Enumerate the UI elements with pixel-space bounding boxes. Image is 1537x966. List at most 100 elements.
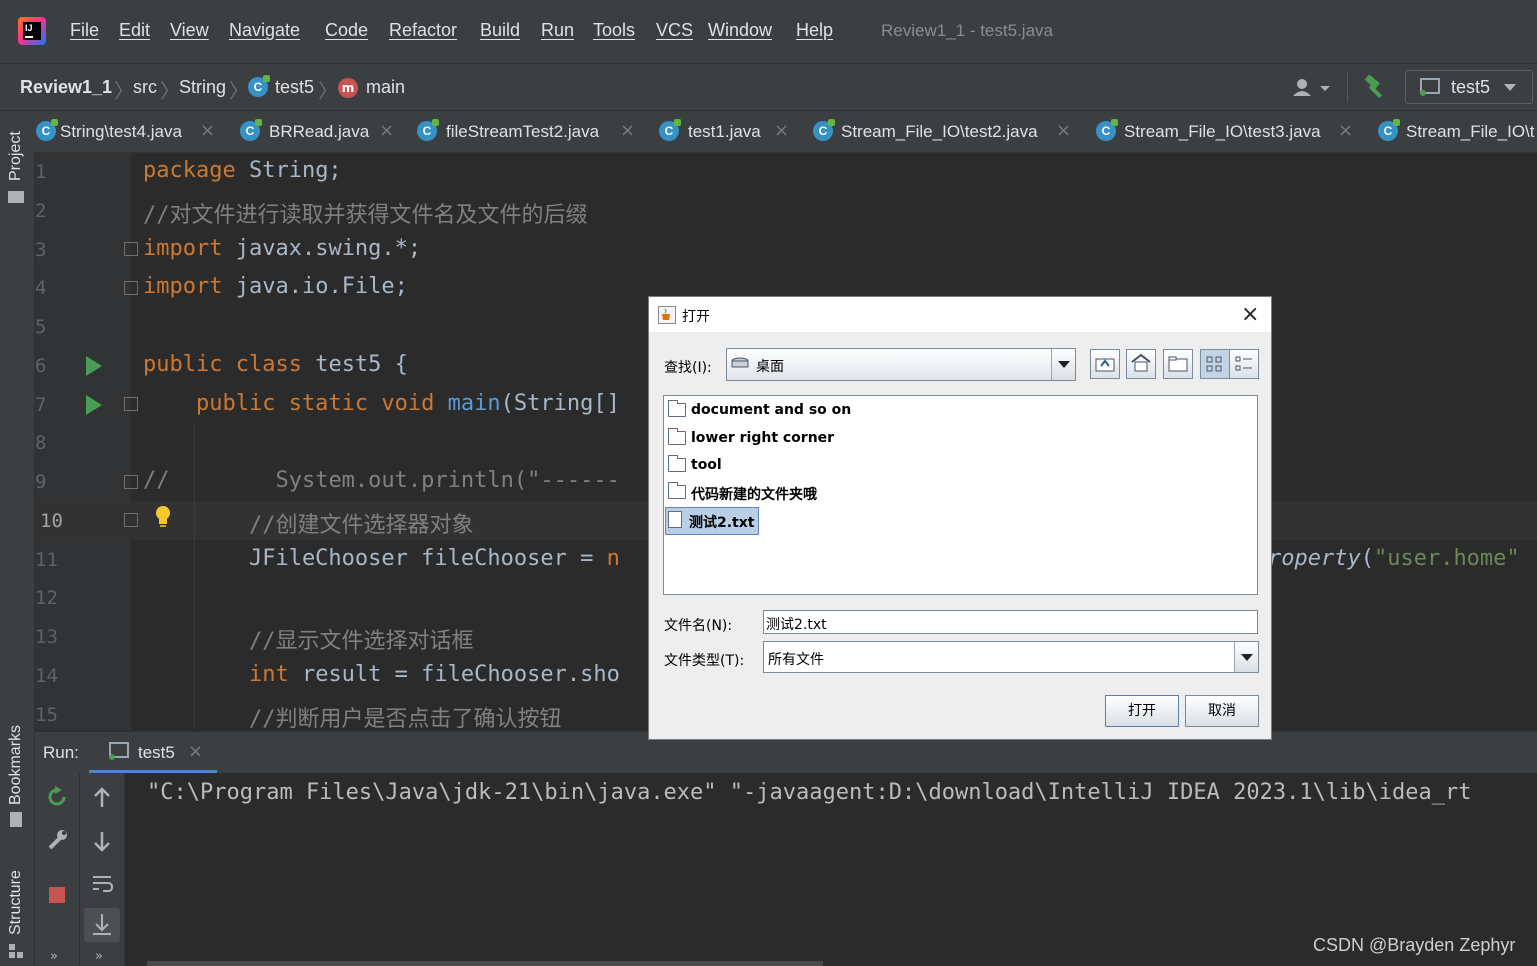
running-indicator-icon <box>109 754 115 760</box>
chevron-down-icon[interactable] <box>1234 642 1258 672</box>
tab-label: String\test4.java <box>60 122 182 141</box>
csdn-watermark: CSDN @Brayden Zephyr <box>1313 935 1516 955</box>
code-text: (String[] <box>500 391 620 416</box>
menu-window[interactable]: Window <box>708 20 772 41</box>
menu-view[interactable]: View <box>170 20 209 41</box>
menu-refactor[interactable]: Refactor <box>389 20 457 41</box>
file-list[interactable]: document and so on lower right corner to… <box>663 395 1258 595</box>
horizontal-scrollbar[interactable] <box>147 961 823 966</box>
wrench-icon[interactable] <box>46 829 68 851</box>
line-number: 3 <box>35 239 47 261</box>
chevron-down-icon[interactable] <box>1051 349 1075 380</box>
look-in-value: 桌面 <box>756 359 784 375</box>
rerun-icon[interactable] <box>46 786 68 808</box>
menu-edit[interactable]: Edit <box>119 20 150 41</box>
fold-marker-icon[interactable] <box>124 281 138 295</box>
fold-marker-icon[interactable] <box>124 513 138 527</box>
user-account-icon[interactable] <box>1292 78 1332 98</box>
line-number: 14 <box>35 665 58 687</box>
stop-icon[interactable] <box>49 887 65 903</box>
editor-tab[interactable]: C String\test4.java × <box>34 111 229 152</box>
folder-icon <box>668 400 686 417</box>
more-tools-icon[interactable]: » <box>95 949 103 964</box>
breadcrumb-package[interactable]: String <box>179 77 226 98</box>
fold-marker-icon[interactable] <box>124 475 138 489</box>
scroll-to-end-button[interactable] <box>84 908 120 942</box>
list-view-button[interactable] <box>1200 349 1230 379</box>
menu-build[interactable]: Build <box>480 20 520 41</box>
class-icon: C <box>417 119 439 141</box>
run-config-label: test5 <box>1451 77 1491 97</box>
intellij-logo-icon[interactable]: IJ <box>18 17 46 45</box>
menu-navigate[interactable]: Navigate <box>229 20 300 41</box>
fold-marker-icon[interactable] <box>124 397 138 411</box>
file-name: lower right corner <box>691 430 835 446</box>
code-line: import javax.swing.*; <box>143 236 421 261</box>
new-folder-button[interactable] <box>1163 349 1193 379</box>
list-item-file-selected[interactable]: 测试2.txt <box>665 507 759 535</box>
open-button[interactable]: 打开 <box>1105 695 1179 727</box>
close-icon[interactable]: × <box>379 120 394 141</box>
breadcrumb-class[interactable]: test5 <box>275 77 314 98</box>
home-button[interactable] <box>1126 349 1156 379</box>
look-in-combobox[interactable]: 桌面 <box>726 348 1076 381</box>
structure-tool-tab[interactable]: Structure <box>7 870 25 935</box>
close-icon[interactable]: × <box>774 120 789 141</box>
close-icon[interactable]: × <box>1056 120 1071 141</box>
bookmark-icon <box>10 812 22 827</box>
build-hammer-icon[interactable] <box>1362 74 1388 99</box>
run-tab[interactable]: test5 × <box>89 732 217 773</box>
arrow-up-icon[interactable] <box>91 787 113 809</box>
list-item-folder[interactable]: document and so on <box>668 398 868 424</box>
class-icon: C <box>240 119 262 141</box>
soft-wrap-icon[interactable] <box>91 873 114 895</box>
code-string: "user.home" <box>1373 546 1520 571</box>
breadcrumb-method[interactable]: main <box>366 77 405 98</box>
details-view-button[interactable] <box>1229 349 1259 379</box>
fold-marker-icon[interactable] <box>124 242 138 256</box>
editor-tab[interactable]: C Stream_File_IO\test2.java <box>811 111 1081 152</box>
navigation-bar: Review1_1 〉 src 〉 String 〉 C test5 〉 m m… <box>0 64 1537 111</box>
filename-input[interactable]: 测试2.txt <box>763 610 1258 634</box>
menu-help[interactable]: Help <box>796 20 833 41</box>
class-icon: C <box>659 119 681 141</box>
look-in-label: 查找(I): <box>664 360 712 376</box>
run-configuration-selector[interactable]: test5 <box>1405 70 1533 104</box>
editor-tab[interactable]: C fileStreamTest2.java <box>416 111 636 152</box>
filetype-combobox[interactable]: 所有文件 <box>763 641 1259 673</box>
up-one-level-button[interactable] <box>1090 349 1120 379</box>
run-gutter-icon[interactable] <box>86 356 102 376</box>
arrow-down-icon[interactable] <box>91 830 113 852</box>
close-icon[interactable]: × <box>620 120 635 141</box>
close-icon[interactable]: × <box>1241 302 1259 327</box>
editor-tab[interactable]: C Stream_File_IO\t <box>1377 111 1537 152</box>
breadcrumb-separator-icon: 〉 <box>114 79 134 103</box>
list-item-folder[interactable]: 代码新建的文件夹哦 <box>668 480 868 506</box>
more-tools-icon[interactable]: » <box>50 949 58 964</box>
class-icon: C <box>813 119 835 141</box>
cancel-button[interactable]: 取消 <box>1185 695 1259 727</box>
chevron-down-icon <box>1504 84 1516 91</box>
editor-tab[interactable]: C Stream_File_IO\test3.java <box>1095 111 1365 152</box>
menu-file[interactable]: File <box>70 20 99 41</box>
run-gutter-icon[interactable] <box>86 395 102 415</box>
line-number: 5 <box>35 316 47 338</box>
project-tool-tab[interactable]: Project <box>7 131 25 181</box>
list-item-folder[interactable]: lower right corner <box>668 426 868 452</box>
close-icon[interactable]: × <box>1338 120 1353 141</box>
breadcrumb-project[interactable]: Review1_1 <box>20 77 112 98</box>
code-comment: //显示文件选择对话框 <box>143 629 474 654</box>
menu-code[interactable]: Code <box>325 20 368 41</box>
menu-run[interactable]: Run <box>541 20 574 41</box>
menu-vcs[interactable]: VCS <box>656 20 693 41</box>
tab-label: Stream_File_IO\test3.java <box>1124 122 1321 141</box>
close-icon[interactable]: × <box>200 120 215 141</box>
window-title: Review1_1 - test5.java <box>881 21 1053 40</box>
list-item-folder[interactable]: tool <box>668 453 868 479</box>
menu-tools[interactable]: Tools <box>593 20 635 41</box>
close-icon[interactable]: × <box>188 741 203 762</box>
editor-tab[interactable]: C BRRead.java <box>240 111 400 152</box>
code-comment: //创建文件选择器对象 <box>143 513 474 538</box>
bookmarks-tool-tab[interactable]: Bookmarks <box>7 725 25 805</box>
breadcrumb-src[interactable]: src <box>133 77 157 98</box>
